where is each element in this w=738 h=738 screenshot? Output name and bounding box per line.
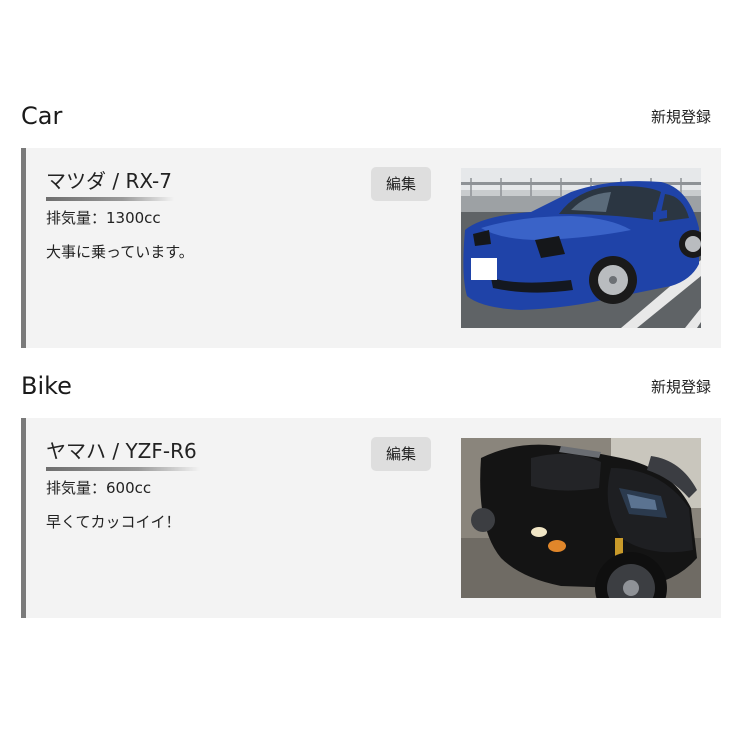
vehicle-displacement: 排気量：1300cc — [46, 209, 161, 227]
section-header-bike: Bike 新規登録 — [21, 370, 711, 402]
edit-button[interactable]: 編集 — [371, 437, 431, 471]
vehicle-description: 早くてカッコイイ！ — [46, 513, 181, 531]
vehicle-description: 大事に乗っています。 — [46, 243, 194, 261]
vehicle-card-car: マツダ / RX-7 排気量：1300cc 大事に乗っています。 編集 — [21, 148, 721, 348]
vehicle-name: マツダ / RX-7 — [46, 169, 172, 193]
vehicle-card-bike: ヤマハ / YZF-R6 排気量：600cc 早くてカッコイイ！ 編集 — [21, 418, 721, 618]
section-title-car: Car — [21, 102, 63, 130]
motorcycle-photo — [461, 438, 701, 598]
section-title-bike: Bike — [21, 372, 72, 400]
vehicle-name: ヤマハ / YZF-R6 — [46, 439, 197, 463]
section-header-car: Car 新規登録 — [21, 100, 711, 132]
car-photo — [461, 168, 701, 328]
edit-button[interactable]: 編集 — [371, 167, 431, 201]
vehicle-displacement: 排気量：600cc — [46, 479, 152, 497]
new-registration-link-car[interactable]: 新規登録 — [651, 106, 711, 128]
new-registration-link-bike[interactable]: 新規登録 — [651, 376, 711, 398]
name-underline — [46, 467, 200, 471]
name-underline — [46, 197, 174, 201]
page: Car 新規登録 マツダ / RX-7 排気量：1300cc 大事に乗っています… — [0, 0, 738, 738]
